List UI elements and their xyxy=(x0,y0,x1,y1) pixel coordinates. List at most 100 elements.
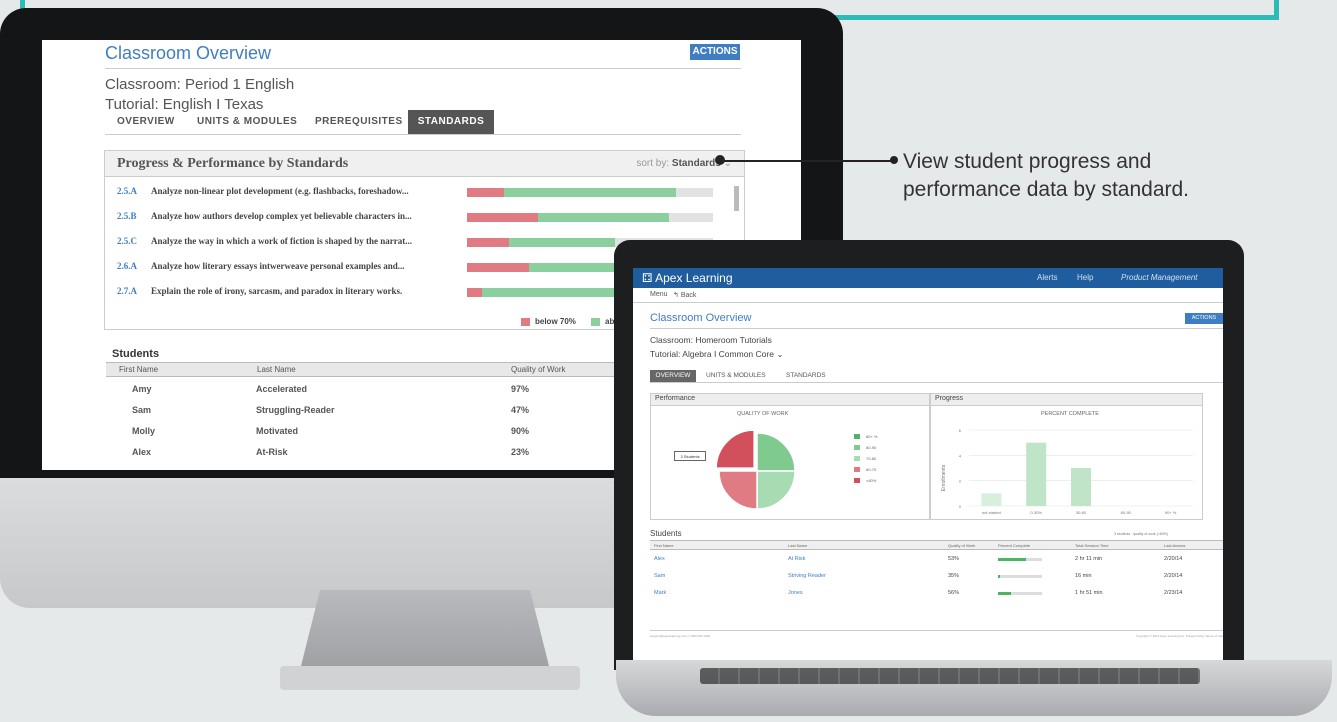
student-last-name[interactable]: Striving Reader xyxy=(788,573,826,579)
legend-swatch xyxy=(854,456,860,462)
student-first-name[interactable]: Alex xyxy=(654,556,665,562)
col-session-time[interactable]: Total Session Time xyxy=(1075,543,1109,548)
standard-code: 2.7.A xyxy=(117,286,137,296)
tab-overview[interactable]: OVERVIEW xyxy=(117,116,175,127)
actions-button[interactable]: ACTIONS xyxy=(690,44,740,60)
student-last-name[interactable]: Accelerated xyxy=(256,384,307,394)
student-progress-bar xyxy=(998,558,1042,561)
tab-prerequisites[interactable]: PREREQUISITES xyxy=(315,116,403,127)
x-tick-label: not started xyxy=(982,510,1001,515)
top-bar: ⚃ Apex Learning Alerts Help Product Mana… xyxy=(633,268,1223,288)
below-segment xyxy=(467,238,509,247)
tutorial-dropdown[interactable]: Tutorial: Algebra I Common Core ⌄ xyxy=(650,349,783,360)
legend-below: below 70% xyxy=(521,317,576,326)
actions-button[interactable]: ACTIONS xyxy=(1185,313,1223,324)
tab-units-modules[interactable]: UNITS & MODULES xyxy=(706,372,766,379)
below-segment xyxy=(467,188,504,197)
monitor-base xyxy=(280,666,580,690)
legend-swatch xyxy=(854,467,860,473)
scrollbar[interactable] xyxy=(734,186,739,211)
tab-standards[interactable]: STANDARDS xyxy=(786,372,826,379)
col-last-name[interactable]: Last Name xyxy=(257,365,296,374)
tab-overview[interactable]: OVERVIEW xyxy=(650,370,696,382)
progress-fill xyxy=(998,558,1026,561)
above-segment xyxy=(508,238,615,247)
standard-row[interactable]: 2.5.A Analyze non-linear plot development… xyxy=(117,186,409,196)
student-quality: 53% xyxy=(948,556,960,562)
student-first-name[interactable]: Sam xyxy=(132,405,151,415)
classroom-label: Classroom: Homeroom Tutorials xyxy=(650,335,772,345)
standard-code: 2.5.B xyxy=(117,211,137,221)
panel-title: Performance xyxy=(651,394,929,406)
footer: support@apexlearning.com | 1 800 453 145… xyxy=(650,630,1223,638)
nav-help[interactable]: Help xyxy=(1077,273,1093,282)
below-segment xyxy=(467,288,482,297)
tab-units-modules[interactable]: UNITS & MODULES xyxy=(197,116,297,127)
col-first-name[interactable]: First Name xyxy=(119,365,158,374)
student-last-name[interactable]: At Risk xyxy=(788,556,805,562)
col-quality[interactable]: Quality of Work xyxy=(511,365,566,374)
col-percent-complete[interactable]: Percent Complete xyxy=(998,543,1030,548)
bar[interactable] xyxy=(1026,442,1047,506)
pie-slice[interactable] xyxy=(718,470,758,510)
menu-link[interactable]: Menu xyxy=(650,291,668,298)
student-last-access: 2/23/14 xyxy=(1164,590,1183,596)
pie-slice[interactable] xyxy=(756,432,796,472)
standard-row[interactable]: 2.7.A Explain the role of irony, sarcasm,… xyxy=(117,286,402,296)
standard-text: Analyze the way in which a work of ficti… xyxy=(151,236,413,246)
student-quality: 97% xyxy=(511,384,530,394)
student-first-name[interactable]: Molly xyxy=(132,426,155,436)
student-first-name[interactable]: Sam xyxy=(654,573,665,579)
monitor-stand xyxy=(300,590,550,670)
y-axis-label: Enrollments xyxy=(941,464,947,491)
tab-standards[interactable]: STANDARDS xyxy=(408,110,494,134)
student-last-name[interactable]: Struggling-Reader xyxy=(256,405,335,415)
student-last-name[interactable]: Jones xyxy=(788,590,803,596)
student-first-name[interactable]: Mark xyxy=(654,590,666,596)
student-progress-bar xyxy=(998,592,1042,595)
student-progress-bar xyxy=(998,575,1042,578)
y-tick-label: 6 xyxy=(959,428,962,433)
student-first-name[interactable]: Alex xyxy=(132,447,151,457)
student-quality: 35% xyxy=(948,573,960,579)
standard-text: Explain the role of irony, sarcasm, and … xyxy=(151,286,403,296)
standard-code: 2.5.A xyxy=(117,186,137,196)
page-title: Classroom Overview xyxy=(650,312,752,324)
footer-copyright: Copyright © 2014 Apex Learning Inc. Priv… xyxy=(1135,634,1223,638)
legend-swatch xyxy=(521,317,530,326)
col-first-name[interactable]: First Name xyxy=(654,543,674,548)
student-last-access: 2/20/14 xyxy=(1164,573,1183,579)
students-title: Students xyxy=(112,348,160,360)
legend-swatch xyxy=(591,317,600,326)
chevron-down-icon: ⌄ xyxy=(776,349,784,359)
bar[interactable] xyxy=(981,493,1002,506)
col-quality[interactable]: Quality of Work xyxy=(948,543,975,548)
student-last-name[interactable]: At-Risk xyxy=(256,447,288,457)
apex-logo: ⚃ Apex Learning xyxy=(642,271,733,285)
student-quality: 23% xyxy=(511,447,530,457)
pie-slice[interactable] xyxy=(715,429,755,469)
standard-row[interactable]: 2.5.B Analyze how authors develop complex… xyxy=(117,211,412,221)
nav-product-management[interactable]: Product Management xyxy=(1121,273,1198,282)
student-last-name[interactable]: Motivated xyxy=(256,426,298,436)
standard-row[interactable]: 2.6.A Analyze how literary essays intwerw… xyxy=(117,261,404,271)
col-last-name[interactable]: Last Name xyxy=(788,543,807,548)
nav-alerts[interactable]: Alerts xyxy=(1037,273,1057,282)
legend-item: 80+ % xyxy=(854,434,877,440)
standard-row[interactable]: 2.5.C Analyze the way in which a work of … xyxy=(117,236,412,246)
legend-label: 60-70 xyxy=(866,467,877,472)
classroom-label: Classroom: Period 1 English xyxy=(105,76,295,93)
annotation-line xyxy=(720,160,894,162)
back-link[interactable]: ↰ Back xyxy=(673,291,696,299)
legend-swatch xyxy=(854,445,860,451)
footer-contact[interactable]: support@apexlearning.com | 1 800 453 145… xyxy=(650,634,710,638)
standard-code: 2.6.A xyxy=(117,261,137,271)
pie-slice[interactable] xyxy=(756,470,796,510)
bar[interactable] xyxy=(1071,468,1091,506)
progress-bar-chart: 0 2 4 6 Enrollments not started 0-30% 30-60 60-9… xyxy=(941,428,1193,515)
students-title: Students xyxy=(650,529,682,538)
col-last-access[interactable]: Last Access xyxy=(1164,543,1185,548)
x-tick-label: 0-30% xyxy=(1030,510,1042,515)
student-first-name[interactable]: Amy xyxy=(132,384,152,394)
tab-divider xyxy=(650,382,1223,383)
